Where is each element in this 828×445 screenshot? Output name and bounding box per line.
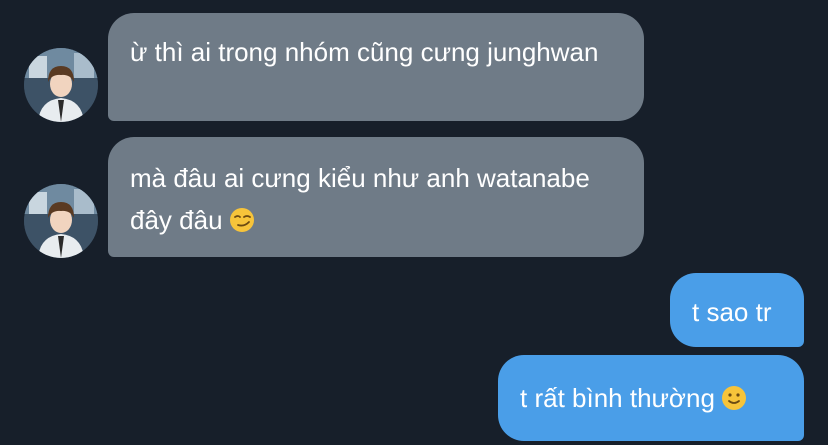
message-text: t sao tr [692,297,772,327]
outgoing-message-bubble[interactable]: t rất bình thường [498,355,804,441]
smirk-emoji-icon [229,208,254,232]
contact-avatar[interactable] [24,48,98,122]
avatar-photo [24,184,98,258]
outgoing-message-bubble[interactable]: t sao tr [670,273,804,347]
incoming-message-bubble[interactable]: mà đâu ai cưng kiểu như anh watanabe đây… [108,137,644,257]
avatar-photo [24,48,98,122]
slightly-smiling-emoji-icon [721,386,746,410]
incoming-message-bubble[interactable]: ừ thì ai trong nhóm cũng cưng junghwan [108,13,644,121]
message-text: ừ thì ai trong nhóm cũng cưng junghwan [130,37,599,67]
chat-thread: ừ thì ai trong nhóm cũng cưng junghwan m… [0,0,828,445]
message-text: t rất bình thường [520,383,715,413]
contact-avatar[interactable] [24,184,98,258]
message-text: mà đâu ai cưng kiểu như anh watanabe đây… [130,163,590,235]
